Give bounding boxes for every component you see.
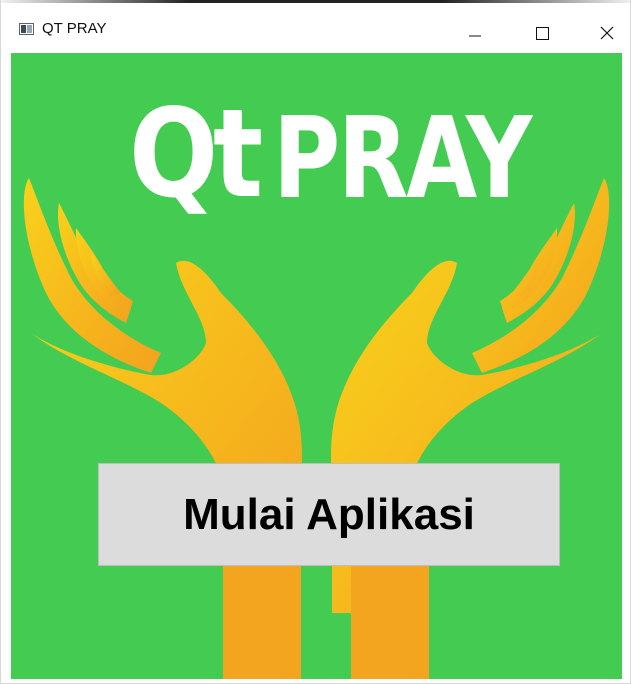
minimize-button[interactable] [442,6,508,52]
app-window-icon [19,23,34,35]
maximize-button[interactable] [508,6,574,52]
title-bar[interactable]: QT PRAY [1,3,630,53]
minimize-icon [469,35,481,37]
start-app-button[interactable]: Mulai Aplikasi [98,463,560,566]
start-app-button-label: Mulai Aplikasi [183,489,475,539]
app-logo: Qt PRAY [129,65,586,215]
close-button[interactable] [574,6,630,52]
close-icon [600,26,614,40]
logo-qt-text: Qt [129,83,263,225]
logo-pray-text: PRAY [273,94,532,224]
app-content: Qt PRAY Mulai Aplikasi [11,53,622,679]
maximize-icon [536,27,549,40]
window-title: QT PRAY [42,20,107,37]
app-window: QT PRAY Qt PRAY Mulai Aplikasi [0,0,631,684]
